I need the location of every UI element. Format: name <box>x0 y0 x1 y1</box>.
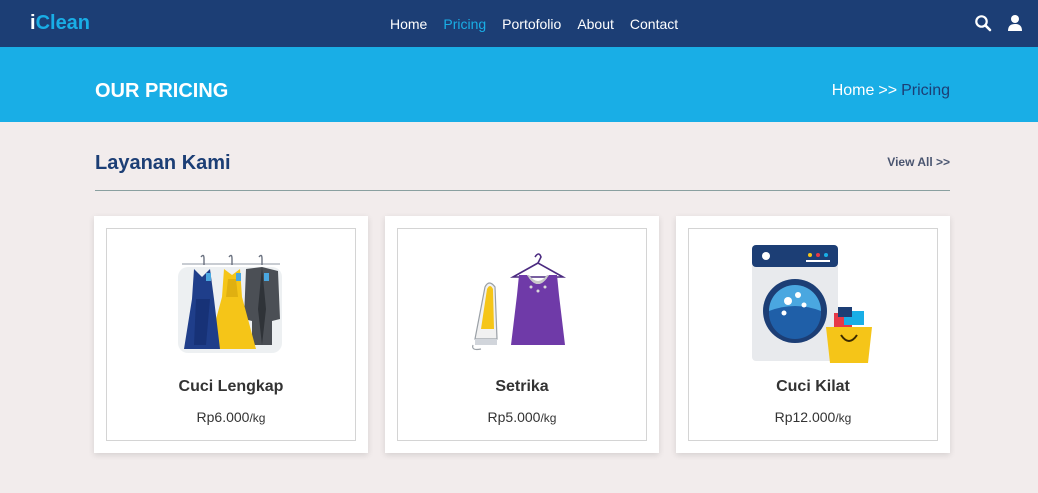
user-icon[interactable] <box>1006 14 1024 32</box>
brand-logo[interactable]: iClean <box>30 11 90 35</box>
dresses-on-hangers-icon <box>176 249 286 364</box>
price-unit: /kg <box>835 411 852 425</box>
price-amount: Rp6.000 <box>196 409 250 425</box>
service-card-setrika[interactable]: Setrika Rp5.000/kg <box>385 216 659 453</box>
service-name: Setrika <box>495 378 549 395</box>
service-name: Cuci Lengkap <box>178 378 284 395</box>
iron-and-dress-icon <box>467 249 577 364</box>
breadcrumb-current: Pricing <box>901 82 950 99</box>
washing-machine-icon <box>748 245 878 370</box>
service-name: Cuci Kilat <box>776 378 850 395</box>
breadcrumb-separator: >> <box>878 82 898 99</box>
service-price: Rp5.000/kg <box>398 408 646 427</box>
price-unit: /kg <box>249 411 266 425</box>
nav-icons <box>960 14 1024 32</box>
service-card-cuci-lengkap[interactable]: Cuci Lengkap Rp6.000/kg <box>94 216 368 453</box>
service-card-cuci-kilat[interactable]: Cuci Kilat Rp12.000/kg <box>676 216 950 453</box>
breadcrumb-home-link[interactable]: Home <box>832 82 875 99</box>
price-amount: Rp12.000 <box>774 409 836 425</box>
nav-link-about[interactable]: About <box>577 15 614 33</box>
card-frame: Cuci Lengkap Rp6.000/kg <box>106 228 356 441</box>
page-banner: OUR PRICING Home >> Pricing <box>0 47 1038 122</box>
nav-link-contact[interactable]: Contact <box>630 15 678 33</box>
search-icon[interactable] <box>974 14 992 32</box>
section-title: Layanan Kami <box>95 152 231 174</box>
nav-menu: Home Pricing Portofolio About Contact <box>390 15 694 33</box>
top-navbar: iClean Home Pricing Portofolio About Con… <box>0 0 1038 47</box>
price-unit: /kg <box>540 411 557 425</box>
nav-link-home[interactable]: Home <box>390 15 427 33</box>
section-divider <box>95 190 950 191</box>
breadcrumb: Home >> Pricing <box>832 81 950 101</box>
service-price: Rp6.000/kg <box>107 408 355 427</box>
nav-link-pricing[interactable]: Pricing <box>443 15 486 33</box>
price-amount: Rp5.000 <box>487 409 541 425</box>
nav-link-portofolio[interactable]: Portofolio <box>502 15 561 33</box>
view-all-link[interactable]: View All >> <box>887 155 950 170</box>
card-frame: Setrika Rp5.000/kg <box>397 228 647 441</box>
service-price: Rp12.000/kg <box>689 408 937 427</box>
brand-logo-name: Clean <box>35 12 91 34</box>
card-frame: Cuci Kilat Rp12.000/kg <box>688 228 938 441</box>
page-title: OUR PRICING <box>95 80 229 102</box>
